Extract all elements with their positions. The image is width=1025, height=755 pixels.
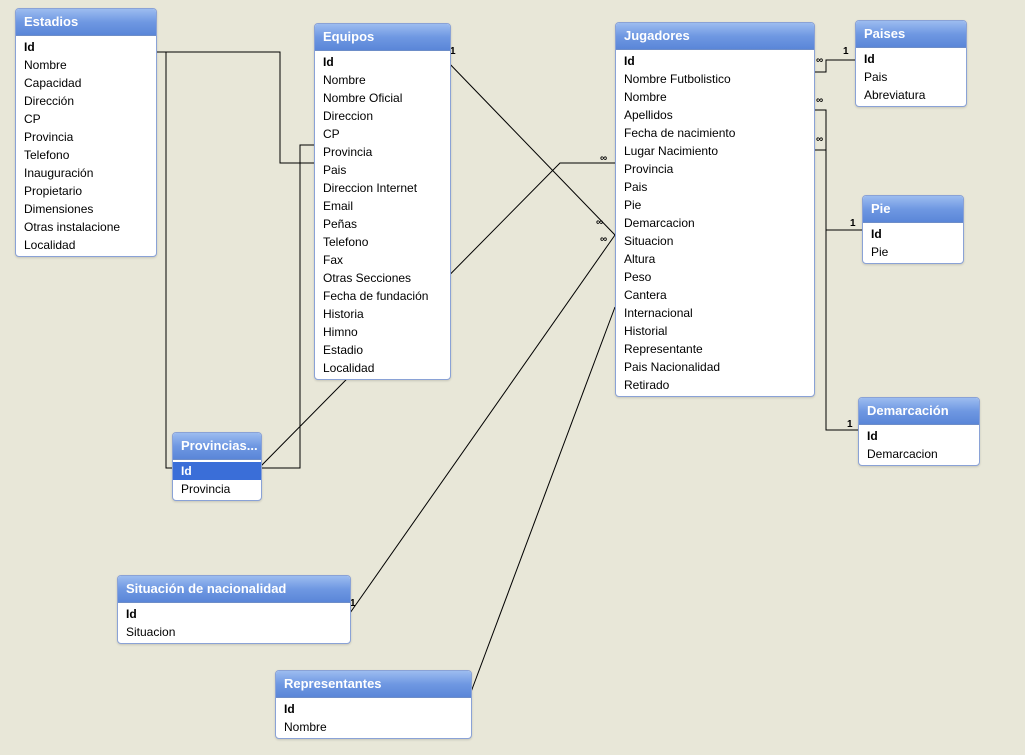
cardinality-many: ∞ xyxy=(596,217,603,228)
table-field[interactable]: Fax xyxy=(315,251,450,269)
table-field[interactable]: Direccion xyxy=(315,107,450,125)
table-field[interactable]: Propietario xyxy=(16,182,156,200)
table-field-list: Id Pie xyxy=(863,223,963,263)
table-title[interactable]: Estadios xyxy=(16,9,156,36)
table-field[interactable]: Id xyxy=(856,50,966,68)
table-field[interactable]: Demarcacion xyxy=(859,445,979,463)
table-situacion-nacionalidad[interactable]: Situación de nacionalidad Id Situacion xyxy=(117,575,351,644)
table-field[interactable]: Representante xyxy=(616,340,814,358)
table-field[interactable]: Peso xyxy=(616,268,814,286)
table-field[interactable]: Dimensiones xyxy=(16,200,156,218)
table-field-list: Id Situacion xyxy=(118,603,350,643)
table-field[interactable]: Nombre Oficial xyxy=(315,89,450,107)
table-field[interactable]: CP xyxy=(16,110,156,128)
table-provincias[interactable]: Provincias... Id Provincia xyxy=(172,432,262,501)
table-field[interactable]: Historial xyxy=(616,322,814,340)
table-field[interactable]: Pais xyxy=(856,68,966,86)
table-jugadores[interactable]: Jugadores Id Nombre Futbolistico Nombre … xyxy=(615,22,815,397)
table-field[interactable]: Nombre xyxy=(315,71,450,89)
table-pie[interactable]: Pie Id Pie xyxy=(862,195,964,264)
table-title[interactable]: Situación de nacionalidad xyxy=(118,576,350,603)
table-field[interactable]: Pie xyxy=(863,243,963,261)
cardinality-many: ∞ xyxy=(816,134,823,145)
table-demarcacion[interactable]: Demarcación Id Demarcacion xyxy=(858,397,980,466)
table-field[interactable]: Nombre xyxy=(16,56,156,74)
table-title[interactable]: Provincias... xyxy=(173,433,261,460)
table-representantes[interactable]: Representantes Id Nombre xyxy=(275,670,472,739)
table-field-list: Id Nombre Capacidad Dirección CP Provinc… xyxy=(16,36,156,256)
table-field[interactable]: Nombre xyxy=(276,718,471,736)
table-field[interactable]: Abreviatura xyxy=(856,86,966,104)
table-field-selected[interactable]: Id xyxy=(173,462,261,480)
table-field[interactable]: Lugar Nacimiento xyxy=(616,142,814,160)
table-field[interactable]: Otras Secciones xyxy=(315,269,450,287)
cardinality-many: ∞ xyxy=(600,234,607,245)
relationship-diagram-canvas[interactable]: 1 ∞ ∞ ∞ 1 ∞ ∞ ∞ 1 1 1 Estadios Id Nombre… xyxy=(0,0,1025,755)
table-field[interactable]: Localidad xyxy=(16,236,156,254)
table-field[interactable]: Apellidos xyxy=(616,106,814,124)
table-field-list: Id Nombre xyxy=(276,698,471,738)
table-field[interactable]: Fecha de nacimiento xyxy=(616,124,814,142)
table-field[interactable]: Id xyxy=(863,225,963,243)
table-field[interactable]: Pais xyxy=(616,178,814,196)
table-field[interactable]: Localidad xyxy=(315,359,450,377)
table-field[interactable]: Fecha de fundación xyxy=(315,287,450,305)
table-field[interactable]: CP xyxy=(315,125,450,143)
cardinality-one: 1 xyxy=(843,46,849,57)
table-paises[interactable]: Paises Id Pais Abreviatura xyxy=(855,20,967,107)
table-field[interactable]: Situacion xyxy=(118,623,350,641)
table-field[interactable]: Cantera xyxy=(616,286,814,304)
table-field[interactable]: Direccion Internet xyxy=(315,179,450,197)
table-field[interactable]: Historia xyxy=(315,305,450,323)
table-field[interactable]: Telefono xyxy=(315,233,450,251)
table-title[interactable]: Pie xyxy=(863,196,963,223)
table-field-list: Id Demarcacion xyxy=(859,425,979,465)
cardinality-many: ∞ xyxy=(600,153,607,164)
table-field[interactable]: Provincia xyxy=(616,160,814,178)
table-field[interactable]: Himno xyxy=(315,323,450,341)
table-field-list: Id Nombre Nombre Oficial Direccion CP Pr… xyxy=(315,51,450,379)
table-field[interactable]: Pais Nacionalidad xyxy=(616,358,814,376)
table-field[interactable]: Nombre xyxy=(616,88,814,106)
table-field[interactable]: Email xyxy=(315,197,450,215)
table-field-list: Id Pais Abreviatura xyxy=(856,48,966,106)
table-field[interactable]: Id xyxy=(118,605,350,623)
table-field[interactable]: Peñas xyxy=(315,215,450,233)
table-title[interactable]: Representantes xyxy=(276,671,471,698)
table-field[interactable]: Telefono xyxy=(16,146,156,164)
table-field[interactable]: Retirado xyxy=(616,376,814,394)
table-field[interactable]: Provincia xyxy=(315,143,450,161)
table-field-list: Id Provincia xyxy=(173,460,261,500)
table-field[interactable]: Id xyxy=(315,53,450,71)
table-equipos[interactable]: Equipos Id Nombre Nombre Oficial Direcci… xyxy=(314,23,451,380)
table-field-list: Id Nombre Futbolistico Nombre Apellidos … xyxy=(616,50,814,396)
table-title[interactable]: Jugadores xyxy=(616,23,814,50)
table-estadios[interactable]: Estadios Id Nombre Capacidad Dirección C… xyxy=(15,8,157,257)
table-title[interactable]: Paises xyxy=(856,21,966,48)
table-field[interactable]: Situacion xyxy=(616,232,814,250)
table-title[interactable]: Demarcación xyxy=(859,398,979,425)
table-field[interactable]: Capacidad xyxy=(16,74,156,92)
table-field[interactable]: Pais xyxy=(315,161,450,179)
table-field[interactable]: Nombre Futbolistico xyxy=(616,70,814,88)
table-field[interactable]: Pie xyxy=(616,196,814,214)
table-field[interactable]: Inauguración xyxy=(16,164,156,182)
table-field[interactable]: Provincia xyxy=(16,128,156,146)
table-field[interactable]: Internacional xyxy=(616,304,814,322)
cardinality-many: ∞ xyxy=(816,95,823,106)
table-title[interactable]: Equipos xyxy=(315,24,450,51)
table-field[interactable]: Id xyxy=(616,52,814,70)
table-field[interactable]: Dirección xyxy=(16,92,156,110)
table-field[interactable]: Otras instalacione xyxy=(16,218,156,236)
table-field[interactable]: Demarcacion xyxy=(616,214,814,232)
cardinality-many: ∞ xyxy=(816,55,823,66)
cardinality-one: 1 xyxy=(847,419,853,430)
table-field[interactable]: Estadio xyxy=(315,341,450,359)
cardinality-one: 1 xyxy=(850,218,856,229)
table-field[interactable]: Altura xyxy=(616,250,814,268)
table-field[interactable]: Id xyxy=(16,38,156,56)
table-field[interactable]: Id xyxy=(859,427,979,445)
table-field[interactable]: Id xyxy=(276,700,471,718)
table-field[interactable]: Provincia xyxy=(173,480,261,498)
